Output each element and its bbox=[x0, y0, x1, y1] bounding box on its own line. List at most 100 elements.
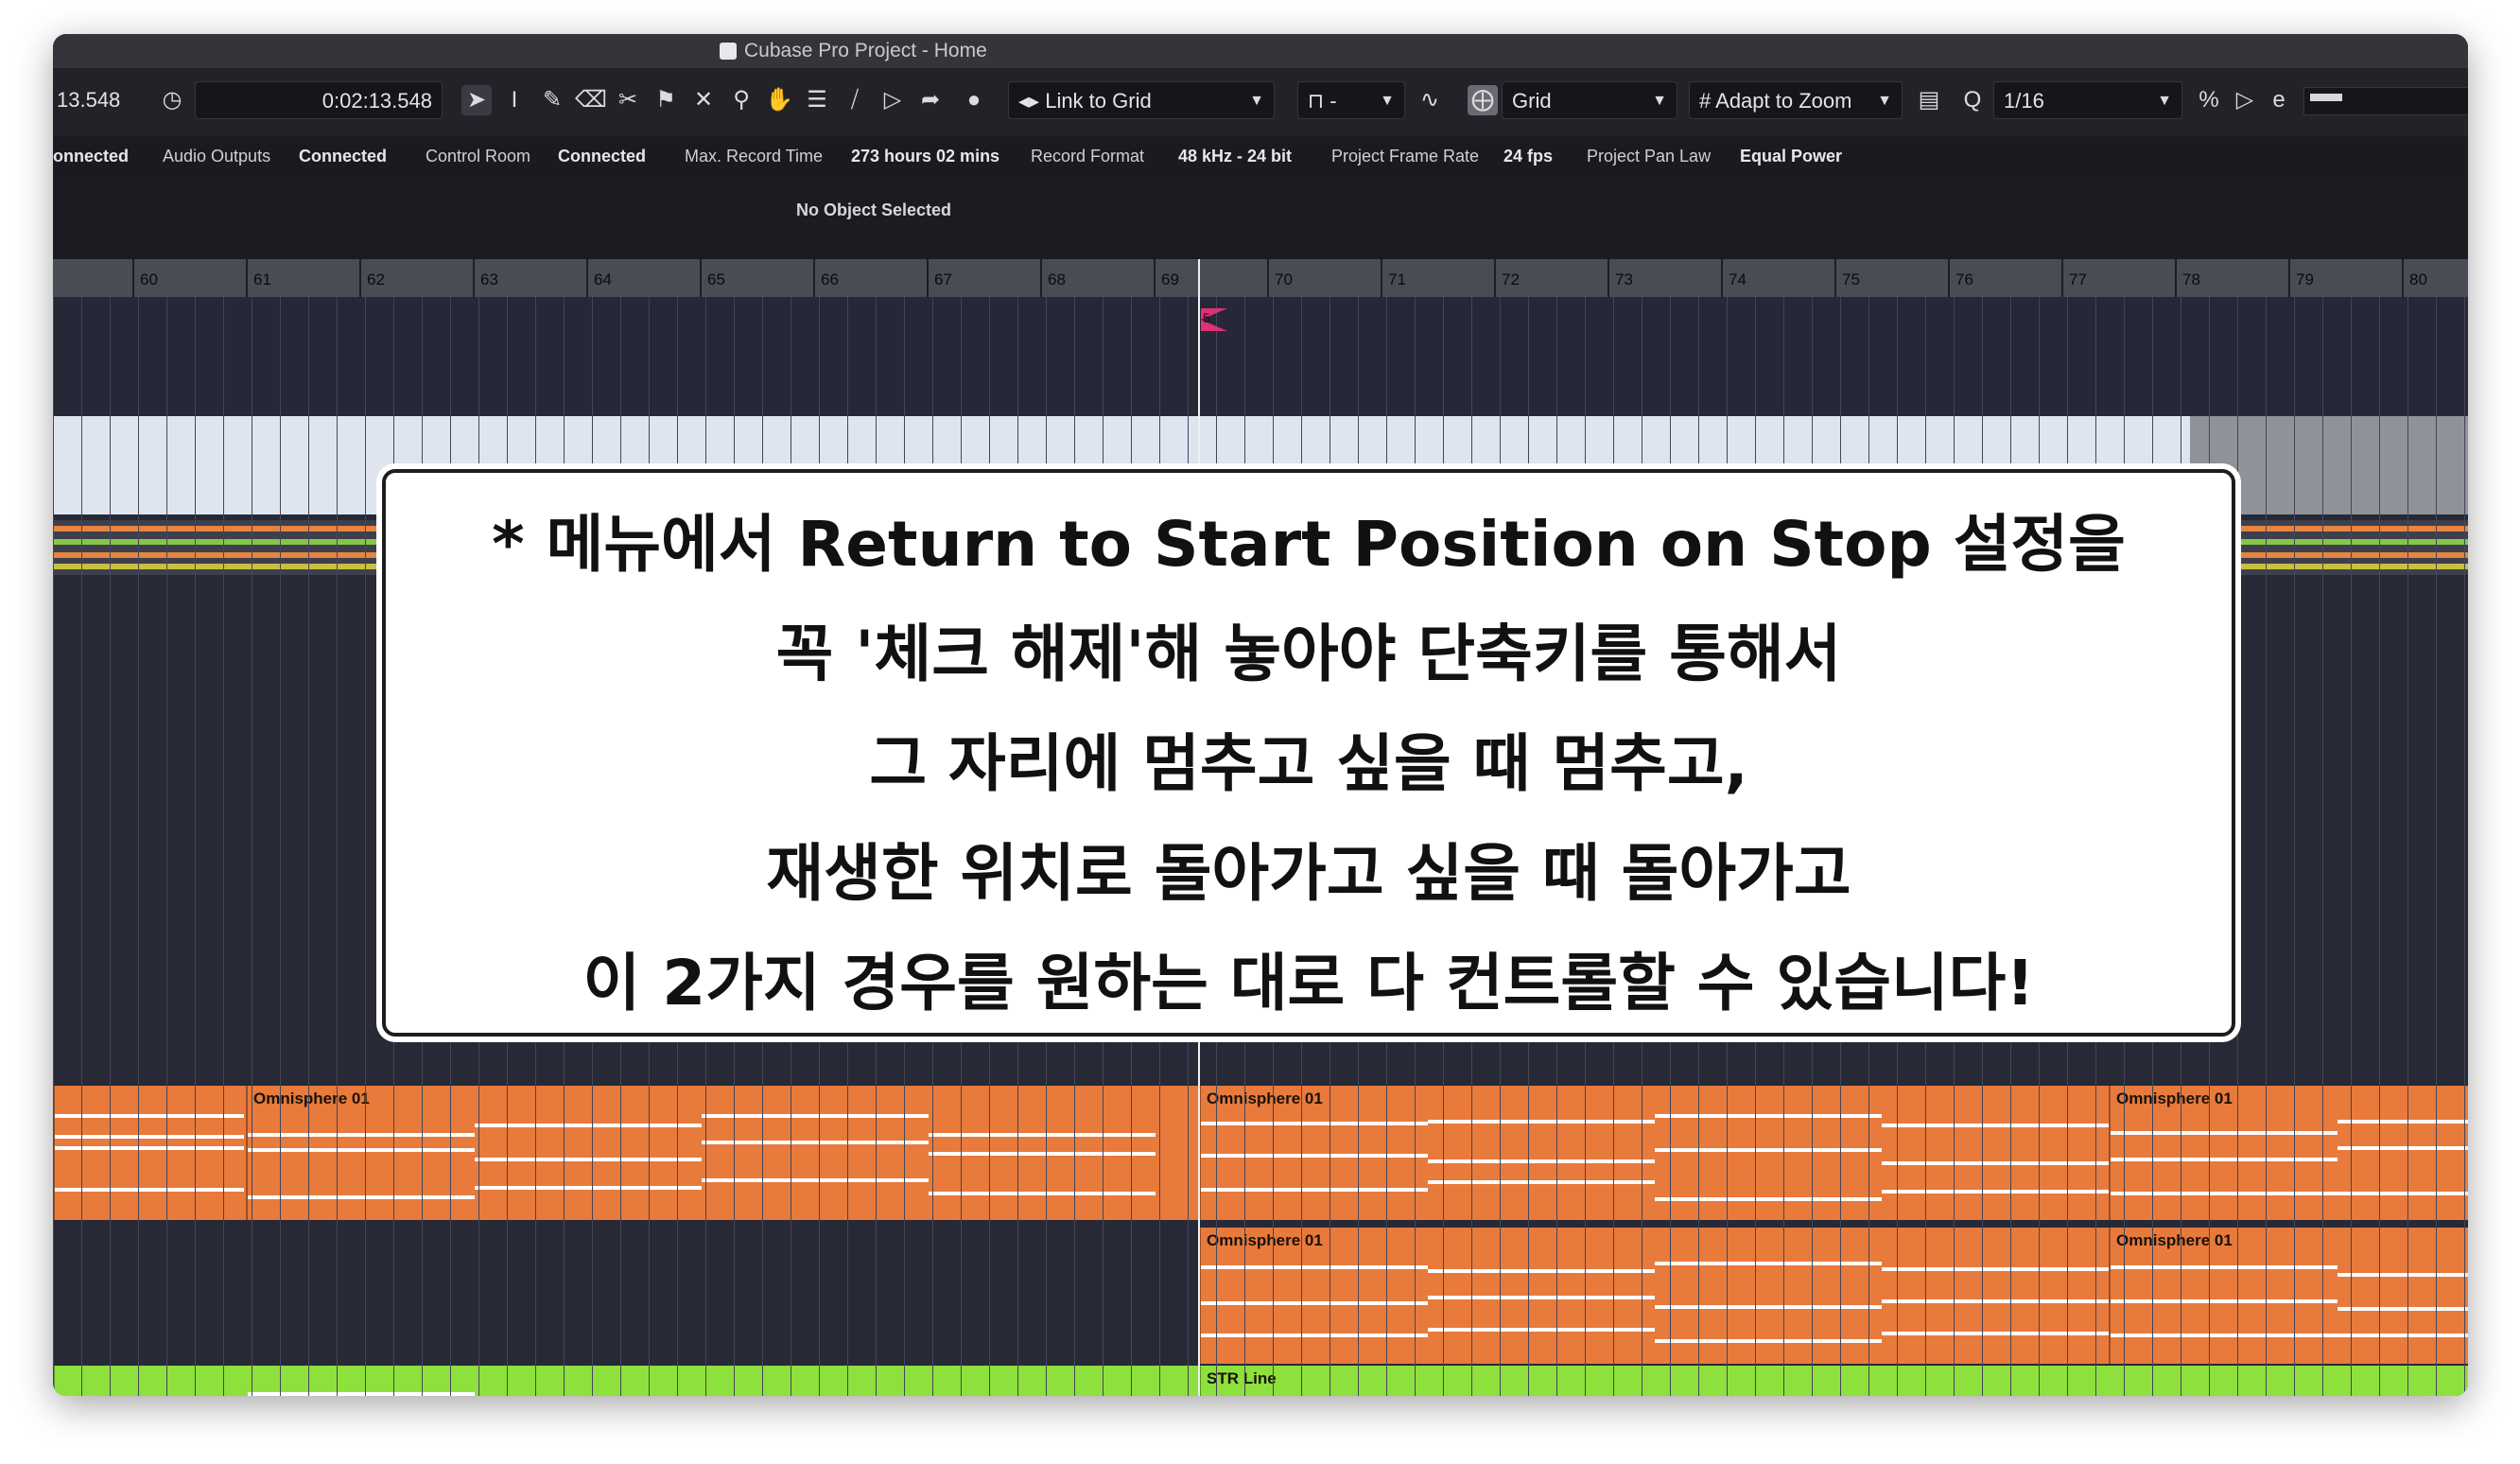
hand-tool-icon[interactable]: ✋ bbox=[764, 85, 794, 115]
chevron-down-icon: ▼ bbox=[1249, 93, 1264, 109]
time-display-primary[interactable]: 0:02:13.548 bbox=[195, 81, 443, 119]
midi-note bbox=[1882, 1161, 2109, 1165]
edit-icon[interactable]: e bbox=[2264, 85, 2294, 115]
midi-note bbox=[1428, 1120, 1655, 1124]
snap-type-label: - bbox=[1330, 89, 1337, 113]
midi-part[interactable]: STR Line bbox=[1199, 1366, 2468, 1396]
status-item: Control Room bbox=[426, 147, 531, 166]
ruler-bar-tick: 79 bbox=[2288, 259, 2314, 297]
timeline-ruler[interactable]: 60 61 62 63 64 65 66 67 68 69 70 71 72 73 74 75 76 77 78 79… bbox=[53, 259, 2468, 298]
status-item: Record Format bbox=[1031, 147, 1145, 166]
status-item: Max. Record Time bbox=[685, 147, 824, 166]
track-omnisphere-1[interactable]: Omnisphere 01 Omnisphere 01 Omnisphere 01 bbox=[53, 1086, 2468, 1220]
ruler-bar-tick: 78 bbox=[2175, 259, 2200, 297]
grid-type-dropdown[interactable]: Grid ▼ bbox=[1502, 81, 1677, 119]
ruler-bar-tick: 71 bbox=[1381, 259, 1406, 297]
midi-note bbox=[1201, 1188, 1428, 1192]
midi-note bbox=[1428, 1159, 1655, 1163]
ruler-bar-tick: 66 bbox=[813, 259, 839, 297]
status-item: onnected bbox=[53, 147, 130, 166]
quantize-icon[interactable]: Q bbox=[1957, 85, 1988, 115]
ruler-bar-number: 72 bbox=[1502, 270, 1520, 288]
title-bar: Cubase Pro Project - Home bbox=[53, 34, 2468, 68]
ruler-bar-tick: 77 bbox=[2061, 259, 2087, 297]
quantize-grid-icon[interactable]: ▤ bbox=[1914, 85, 1944, 115]
no-object-selected-text: No Object Selected bbox=[796, 200, 952, 219]
draw-tool-icon[interactable]: ✎ bbox=[537, 85, 567, 115]
play-tool-icon[interactable]: ▷ bbox=[878, 85, 908, 115]
midi-note bbox=[55, 1135, 244, 1139]
midi-part[interactable] bbox=[53, 1366, 1199, 1396]
ruler-bar-number: 67 bbox=[934, 270, 952, 288]
status-item: Equal Power bbox=[1740, 147, 1843, 166]
marker-lane[interactable] bbox=[53, 297, 2468, 416]
ruler-bar-tick: 70 bbox=[1267, 259, 1293, 297]
part-name: STR Line bbox=[1207, 1369, 1277, 1387]
ruler-bar-number: 60 bbox=[140, 270, 158, 288]
midi-note bbox=[702, 1114, 929, 1118]
glue-tool-icon[interactable]: ⚑ bbox=[651, 85, 681, 115]
midi-note bbox=[702, 1141, 929, 1144]
clock-icon[interactable]: ◷ bbox=[157, 85, 187, 115]
cycle-marker[interactable]: 5 bbox=[1201, 308, 1227, 331]
erase-tool-icon[interactable]: ⌫ bbox=[575, 85, 607, 115]
ruler-bar-number: 76 bbox=[1955, 270, 1973, 288]
link-grid-icon: ◂▸ bbox=[1018, 89, 1046, 113]
adapt-to-zoom-dropdown[interactable]: # Adapt to Zoom ▼ bbox=[1689, 81, 1903, 119]
line-tool-icon[interactable]: ⧸ bbox=[840, 85, 870, 115]
ruler-bar-tick: 60 bbox=[132, 259, 158, 297]
caption-line-5: 이 2가지 경우를 원하는 대로 다 컨트롤할 수 있습니다! bbox=[582, 947, 2035, 1020]
ruler-bar-number: 64 bbox=[594, 270, 612, 288]
status-item: Project Pan Law bbox=[1587, 147, 1712, 166]
ruler-bar-tick: 68 bbox=[1040, 259, 1066, 297]
midi-part[interactable]: Omnisphere 01 bbox=[246, 1086, 1199, 1220]
midi-note bbox=[1428, 1296, 1655, 1299]
part-name: Omnisphere 01 bbox=[1207, 1089, 1323, 1107]
color-tool-icon[interactable]: ➦ bbox=[915, 85, 946, 115]
iterative-quantize-icon[interactable]: % bbox=[2194, 85, 2224, 115]
midi-part[interactable]: Omnisphere 01 bbox=[2109, 1086, 2468, 1220]
quantize-settings-icon[interactable]: ▷ bbox=[2230, 85, 2260, 115]
ruler-bar-number: 74 bbox=[1729, 270, 1747, 288]
midi-part[interactable]: Omnisphere 01 bbox=[1199, 1228, 2109, 1364]
quantize-preset-dropdown[interactable]: 1/16 ▼ bbox=[1993, 81, 2182, 119]
split-tool-icon[interactable]: ✂ bbox=[613, 85, 643, 115]
adapt-to-zoom-label: Adapt to Zoom bbox=[1715, 89, 1852, 113]
snap-type-dropdown[interactable]: ⊓ - ▼ bbox=[1297, 81, 1405, 119]
track-str-line[interactable]: STR Line bbox=[53, 1366, 2468, 1396]
midi-note bbox=[248, 1148, 475, 1152]
zoom-tool-icon[interactable]: ⚲ bbox=[726, 85, 756, 115]
ruler-bar-number: 77 bbox=[2069, 270, 2087, 288]
midi-note bbox=[1201, 1301, 1428, 1305]
object-selection-tool-icon[interactable]: ➤ bbox=[461, 85, 492, 115]
status-item: 24 fps bbox=[1503, 147, 1554, 166]
midi-note bbox=[2338, 1120, 2468, 1124]
window-title: Cubase Pro Project - Home bbox=[744, 40, 987, 61]
mute-tool-icon[interactable]: ✕ bbox=[688, 85, 719, 115]
midi-note bbox=[1201, 1333, 1428, 1337]
ruler-bar-tick: 74 bbox=[1721, 259, 1747, 297]
snap-zero-crossing-icon[interactable]: ∿ bbox=[1415, 85, 1445, 115]
midi-note bbox=[2338, 1273, 2468, 1277]
comp-tool-icon[interactable]: ☰ bbox=[802, 85, 832, 115]
snap-on-icon[interactable]: ⨁ bbox=[1468, 85, 1498, 115]
midi-note bbox=[929, 1133, 1156, 1137]
quantize-preset-label: 1/16 bbox=[2004, 89, 2044, 113]
ruler-bar-number: 62 bbox=[367, 270, 385, 288]
midi-note bbox=[1882, 1124, 2109, 1127]
link-to-grid-dropdown[interactable]: ◂▸ Link to Grid ▼ bbox=[1008, 81, 1275, 119]
range-selection-tool-icon[interactable]: I bbox=[499, 85, 530, 115]
nudge-palette-icon[interactable]: ● bbox=[959, 85, 989, 115]
midi-note bbox=[2111, 1158, 2338, 1161]
midi-note bbox=[1201, 1122, 1428, 1125]
part-name: Omnisphere 01 bbox=[2116, 1231, 2233, 1249]
midi-part[interactable]: Omnisphere 01 bbox=[1199, 1086, 2109, 1220]
midi-note bbox=[702, 1178, 929, 1182]
midi-part[interactable]: Omnisphere 01 bbox=[2109, 1228, 2468, 1364]
time-display-secondary: 13.548 bbox=[57, 88, 121, 112]
midi-note bbox=[1882, 1332, 2109, 1335]
midi-note bbox=[1655, 1197, 1882, 1201]
marker-label: 5 bbox=[1203, 310, 1210, 325]
ruler-bar-tick: 69 bbox=[1154, 259, 1179, 297]
track-omnisphere-2[interactable]: Omnisphere 01 Omnisphere 01 bbox=[53, 1228, 2468, 1364]
